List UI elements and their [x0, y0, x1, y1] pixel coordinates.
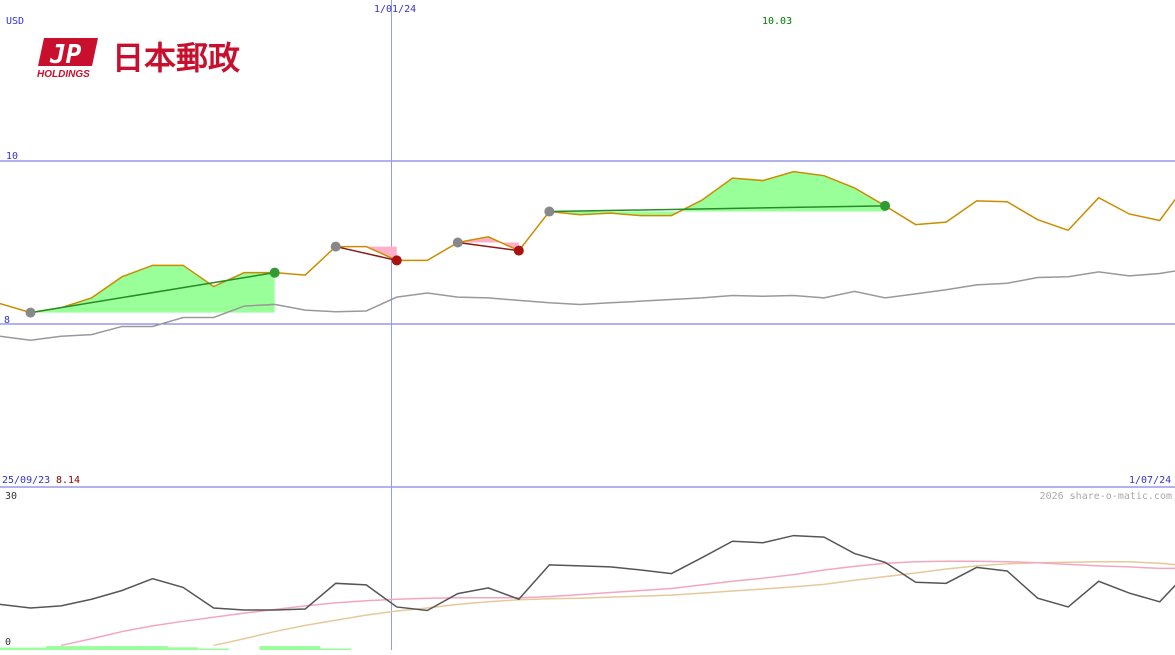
indicator-lines [0, 534, 1175, 647]
volume-bar-5 [106, 646, 138, 650]
trade-exit-marker-1 [269, 267, 280, 278]
volume-bar-4 [76, 646, 107, 650]
date-mid-label: 1/01/24 [374, 4, 416, 15]
date-start-label: 25/09/23 [2, 475, 50, 486]
logo-mark-text: JP [49, 40, 82, 70]
price-chart: USD 1/01/24 10.03 10 8 25/09/23 8.14 1/0… [0, 0, 1175, 650]
ma-fast-line [60, 560, 1175, 647]
trade-exit-marker-2 [391, 255, 402, 266]
chart-canvas: USD 1/01/24 10.03 10 8 25/09/23 8.14 1/0… [0, 0, 1175, 650]
volume-bar-3 [45, 646, 77, 650]
trade-entry-marker-4 [544, 206, 555, 217]
date-end-label: 1/07/24 [1129, 475, 1171, 486]
volume-bars [0, 646, 351, 650]
volume-bar-11 [289, 646, 321, 650]
price-tick-10: 10 [6, 151, 18, 162]
currency-label: USD [6, 16, 24, 27]
high-value-label: 10.03 [762, 16, 792, 27]
trade-entry-marker-1 [25, 307, 36, 318]
trade-entry-marker-3 [452, 237, 463, 248]
series-lines [0, 170, 1175, 342]
ma-slow-line [213, 561, 1175, 647]
copyright-text: 2026 share-o-matic.com [1040, 491, 1172, 502]
volume-bar-10 [259, 646, 290, 650]
volume-bar-6 [137, 646, 168, 650]
price-tick-8: 8 [4, 315, 10, 326]
logo-sub-text: HOLDINGS [37, 69, 90, 80]
low-value-label: 8.14 [56, 475, 80, 486]
logo-name-text: 日本郵政 [112, 39, 240, 77]
indicator-tick-30: 30 [5, 491, 17, 502]
indicator-tick-0: 0 [5, 637, 11, 648]
trade-exit-marker-4 [880, 200, 891, 211]
trade-exit-marker-3 [513, 245, 524, 256]
trade-entry-marker-2 [330, 241, 341, 252]
company-logo: JP HOLDINGS 日本郵政 [37, 38, 240, 80]
indicator-line [0, 534, 1175, 612]
